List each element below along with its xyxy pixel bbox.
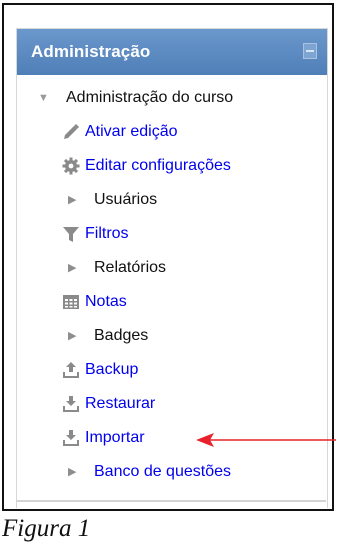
- menu-item-relatorios[interactable]: ▶ Relatórios: [68, 251, 166, 285]
- menu-item-banco-de-questoes[interactable]: ▶ Banco de questões: [68, 455, 231, 489]
- menu-item-backup[interactable]: Backup: [62, 353, 138, 387]
- tree-root-course-administration[interactable]: ▼ Administração do curso: [38, 81, 233, 115]
- block-bottom-divider: [16, 500, 326, 502]
- menu-item-label: Restaurar: [85, 395, 156, 412]
- menu-item-label: Notas: [85, 293, 127, 310]
- backup-upload-icon: [62, 361, 80, 379]
- menu-item-importar[interactable]: Importar: [62, 421, 145, 455]
- menu-item-label: Banco de questões: [94, 463, 231, 480]
- expand-triangle-icon: ▶: [68, 262, 77, 274]
- block-header: Administração: [17, 29, 327, 75]
- menu-item-label: Badges: [94, 327, 149, 344]
- menu-item-filtros[interactable]: Filtros: [62, 217, 129, 251]
- menu-item-label: Ativar edição: [85, 123, 178, 140]
- expand-triangle-icon: ▶: [68, 466, 77, 478]
- menu-item-editar-configuracoes[interactable]: Editar configurações: [62, 149, 231, 183]
- collapse-block-icon[interactable]: [303, 43, 317, 59]
- filter-icon: [62, 225, 80, 243]
- gear-icon: [62, 157, 80, 175]
- annotation-arrow-icon: [196, 433, 336, 447]
- expand-triangle-icon: ▶: [68, 194, 77, 206]
- grades-table-icon: [62, 293, 80, 311]
- menu-item-ativar-edicao[interactable]: Ativar edição: [62, 115, 178, 149]
- menu-item-label: Relatórios: [94, 259, 167, 276]
- expand-triangle-icon: ▶: [68, 330, 77, 342]
- menu-item-usuarios[interactable]: ▶ Usuários: [68, 183, 157, 217]
- menu-item-label: Usuários: [94, 191, 158, 208]
- menu-item-notas[interactable]: Notas: [62, 285, 127, 319]
- figure-caption: Figura 1: [2, 515, 91, 542]
- tree-root-label: Administração do curso: [66, 89, 234, 106]
- menu-item-label: Importar: [85, 429, 145, 446]
- menu-item-label: Filtros: [85, 225, 129, 242]
- block-title: Administração: [31, 42, 151, 61]
- menu-item-label: Editar configurações: [85, 157, 231, 174]
- collapse-triangle-icon: ▼: [38, 92, 49, 104]
- menu-item-label: Backup: [85, 361, 139, 378]
- menu-item-restaurar[interactable]: Restaurar: [62, 387, 155, 421]
- menu-item-badges[interactable]: ▶ Badges: [68, 319, 148, 353]
- pencil-icon: [62, 123, 80, 141]
- import-download-icon: [62, 429, 80, 447]
- restore-download-icon: [62, 395, 80, 413]
